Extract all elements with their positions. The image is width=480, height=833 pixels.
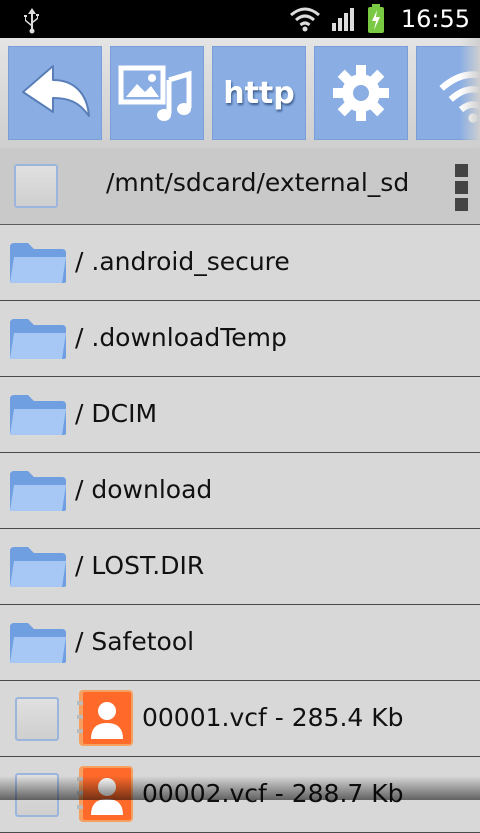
folder-icon [10, 547, 66, 587]
folder-row-android-secure[interactable]: / .android_secure [0, 225, 480, 301]
current-path: /mnt/sdcard/external_sd [106, 168, 410, 197]
folder-label: / Safetool [75, 627, 195, 656]
folder-icon [10, 319, 66, 359]
cell-signal-icon [331, 8, 354, 31]
http-icon: http [223, 75, 295, 111]
battery-charging-icon [367, 4, 384, 33]
folder-label: / DCIM [75, 399, 158, 428]
overflow-menu-icon[interactable] [455, 164, 468, 215]
file-label: 00002.vcf - 288.7 Kb [142, 779, 404, 808]
folder-row-download[interactable]: / download [0, 453, 480, 529]
folder-label: / download [75, 475, 213, 504]
contact-card-icon [77, 766, 133, 822]
status-bar: 16:55 [0, 0, 480, 38]
select-all-checkbox[interactable] [14, 164, 58, 208]
folder-row-dcim[interactable]: / DCIM [0, 377, 480, 453]
back-button[interactable] [8, 46, 102, 140]
clock: 16:55 [400, 5, 470, 33]
folder-label: / .downloadTemp [75, 323, 287, 352]
file-row-00002[interactable]: 00002.vcf - 288.7 Kb [0, 757, 480, 833]
media-button[interactable] [110, 46, 204, 140]
gear-icon [333, 65, 389, 121]
folder-icon [10, 243, 66, 283]
file-row-00001[interactable]: 00001.vcf - 285.4 Kb [0, 681, 480, 757]
folder-icon [10, 471, 66, 511]
folder-label: / .android_secure [75, 247, 290, 276]
path-bar: /mnt/sdcard/external_sd [0, 148, 480, 225]
toolbar: http [0, 38, 480, 148]
file-label: 00001.vcf - 285.4 Kb [142, 703, 404, 732]
http-button[interactable]: http [212, 46, 306, 140]
back-arrow-icon [22, 65, 90, 117]
folder-row-lost-dir[interactable]: / LOST.DIR [0, 529, 480, 605]
usb-icon [24, 8, 39, 34]
contact-card-icon [77, 690, 133, 746]
wifi-signal-icon [289, 7, 320, 32]
settings-button[interactable] [314, 46, 408, 140]
folder-row-safetool[interactable]: / Safetool [0, 605, 480, 681]
file-checkbox[interactable] [15, 697, 59, 741]
folder-icon [10, 623, 66, 663]
folder-row-downloadtemp[interactable]: / .downloadTemp [0, 301, 480, 377]
folder-icon [10, 395, 66, 435]
file-list: / .android_secure / .downloadTemp / DCIM… [0, 225, 480, 833]
media-icon [118, 65, 192, 121]
file-checkbox[interactable] [15, 773, 59, 817]
folder-label: / LOST.DIR [75, 551, 205, 580]
